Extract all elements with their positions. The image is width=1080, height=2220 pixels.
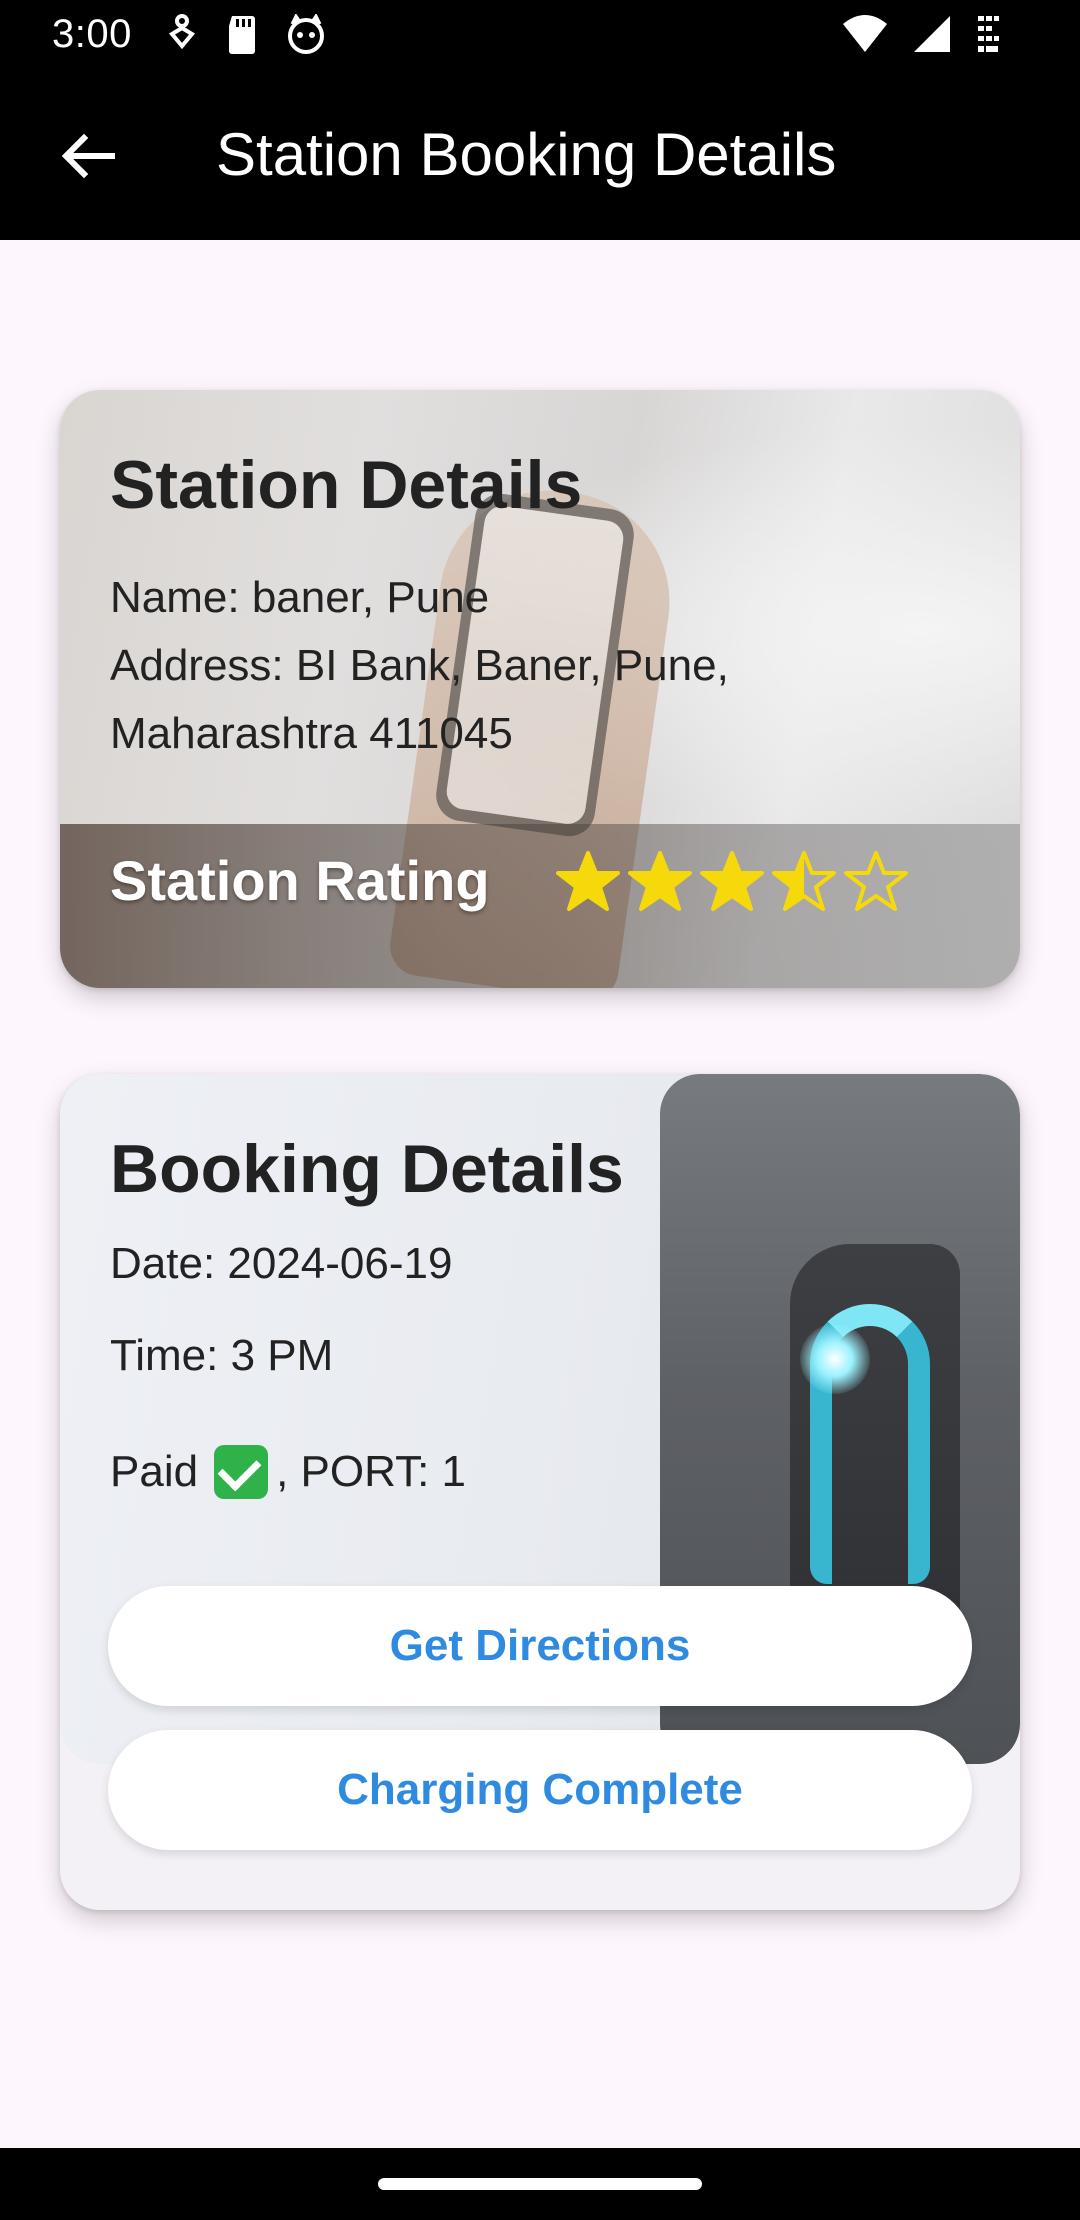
app-bar: Station Booking Details bbox=[0, 72, 1080, 240]
star-empty-icon bbox=[843, 850, 908, 911]
station-details-content: Station Details Name: baner, Pune Addres… bbox=[110, 446, 980, 768]
station-address-line1: Address: BI Bank, Baner, Pune, bbox=[110, 641, 729, 690]
booking-payment-port: Paid , PORT: 1 bbox=[110, 1438, 980, 1506]
status-bar: 3:00 bbox=[0, 0, 1080, 72]
booking-details-title: Booking Details bbox=[110, 1131, 624, 1207]
booking-date: Date: 2024-06-19 bbox=[110, 1239, 453, 1288]
charging-complete-button[interactable]: Charging Complete bbox=[108, 1730, 972, 1850]
get-directions-button[interactable]: Get Directions bbox=[108, 1586, 972, 1706]
status-icons-left bbox=[166, 14, 326, 54]
status-time: 3:00 bbox=[52, 12, 132, 56]
status-icons-right bbox=[842, 14, 1000, 54]
star-full-icon bbox=[699, 850, 764, 911]
cat-face-icon bbox=[288, 14, 324, 54]
station-name: Name: baner, Pune bbox=[110, 573, 490, 622]
signal-icon bbox=[914, 16, 950, 52]
booking-details-card: Booking Details Date: 2024-06-19 Time: 3… bbox=[60, 1074, 1020, 1910]
back-button[interactable] bbox=[48, 116, 128, 196]
paid-label: Paid bbox=[110, 1447, 199, 1496]
check-badge-icon bbox=[214, 1445, 269, 1499]
station-details-card: Station Details Name: baner, Pune Addres… bbox=[60, 390, 1020, 988]
station-rating-row: Station Rating bbox=[110, 848, 908, 913]
arrow-left-icon bbox=[61, 133, 115, 179]
star-full-icon bbox=[555, 850, 620, 911]
star-full-icon bbox=[627, 850, 692, 911]
battery-icon bbox=[978, 16, 999, 52]
booking-details-content: Booking Details Date: 2024-06-19 Time: 3… bbox=[110, 1130, 980, 1506]
screen: 3:00 Station Booking Details Station Det… bbox=[0, 0, 1080, 2220]
page-title: Station Booking Details bbox=[216, 121, 837, 188]
system-nav-bar bbox=[0, 2148, 1080, 2220]
booking-time: Time: 3 PM bbox=[110, 1331, 334, 1380]
accessibility-icon bbox=[168, 14, 196, 50]
home-gesture-handle[interactable] bbox=[378, 2178, 702, 2190]
rating-stars bbox=[555, 849, 908, 913]
station-rating-label: Station Rating bbox=[110, 849, 490, 912]
station-address-line2: Maharashtra 411045 bbox=[110, 709, 513, 758]
port-label: , PORT: 1 bbox=[276, 1447, 466, 1496]
star-half-icon bbox=[771, 850, 836, 911]
wifi-icon bbox=[843, 15, 887, 52]
sd-card-icon bbox=[229, 16, 255, 54]
station-details-title: Station Details bbox=[110, 447, 583, 523]
